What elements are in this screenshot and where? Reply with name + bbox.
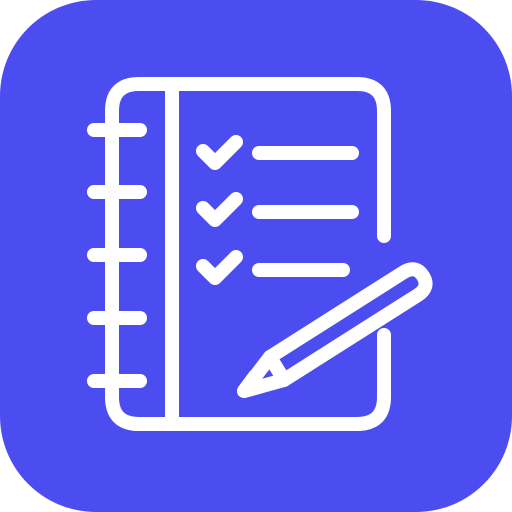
app-icon-background: [0, 0, 512, 512]
pencil-lead: [237, 369, 269, 398]
app-icon: [0, 0, 512, 512]
notebook-checklist-pencil-icon: [0, 0, 512, 512]
